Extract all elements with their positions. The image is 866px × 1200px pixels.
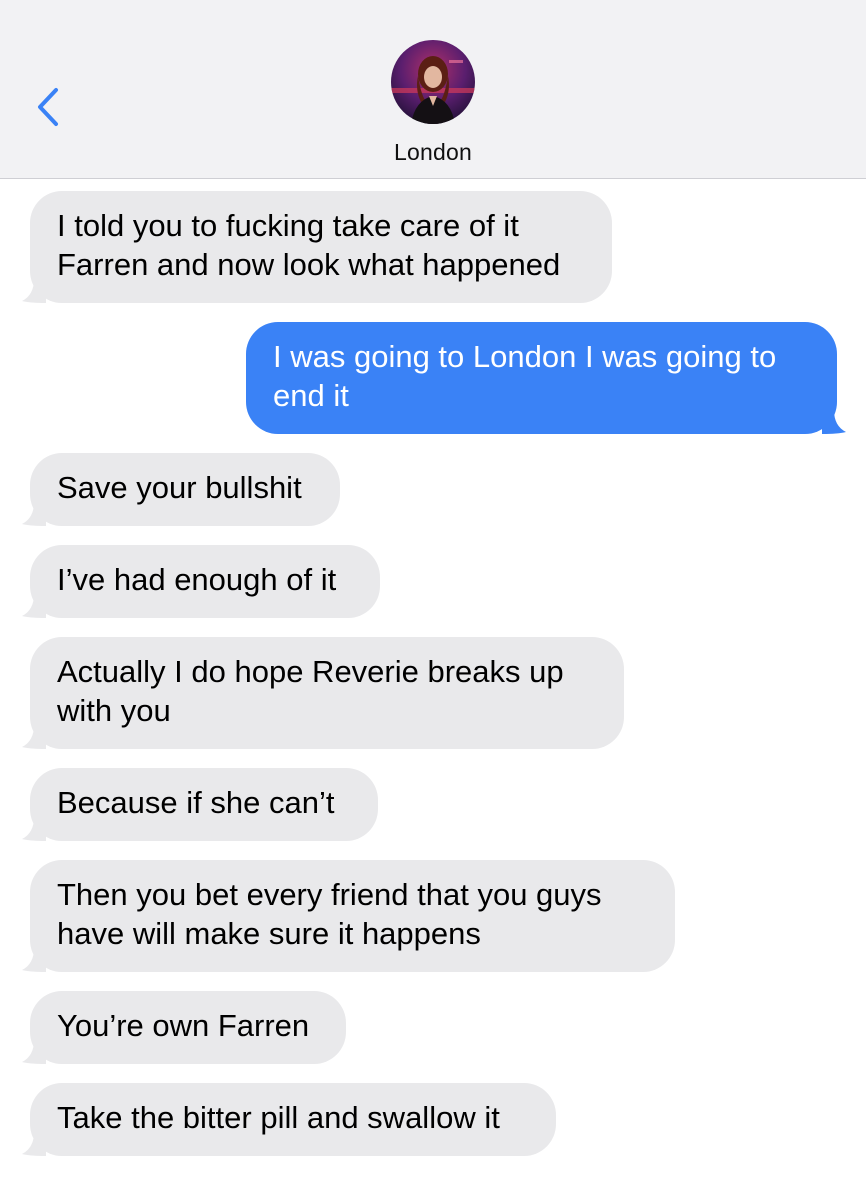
message-bubble-received[interactable]: Take the bitter pill and swallow it xyxy=(22,1083,556,1156)
message-bubble-received[interactable]: Because if she can’t xyxy=(22,768,378,841)
message-bubble-sent[interactable]: I was going to London I was going to end… xyxy=(246,322,846,434)
message-bubble-received[interactable]: Then you bet every friend that you guys … xyxy=(22,860,675,972)
message-line: Because if she can’t xyxy=(57,785,335,820)
bubble-tail xyxy=(22,594,46,618)
bubble-tail xyxy=(22,817,46,841)
bubble-tail xyxy=(22,948,46,972)
message-line: Save your bullshit xyxy=(57,470,302,505)
message-bubble-received[interactable]: Save your bullshit xyxy=(22,453,340,526)
message-line: I was going to London I was going to xyxy=(273,339,777,374)
bubble-tail xyxy=(22,1132,46,1156)
message-bubble-received[interactable]: Actually I do hope Reverie breaks up wit… xyxy=(22,637,624,749)
bubble-tail xyxy=(22,1040,46,1064)
message-bubble-received[interactable]: You’re own Farren xyxy=(22,991,346,1064)
bubble-tail xyxy=(22,279,46,303)
message-line: Then you bet every friend that you guys xyxy=(57,877,602,912)
bubble-tail xyxy=(22,502,46,526)
message-bubble-received[interactable]: I’ve had enough of it xyxy=(22,545,380,618)
message-line: have will make sure it happens xyxy=(57,916,481,951)
message-thread: I told you to fucking take care of it Fa… xyxy=(0,0,866,1200)
message-line: I’ve had enough of it xyxy=(57,562,337,597)
message-line: You’re own Farren xyxy=(57,1008,310,1043)
message-line: Farren and now look what happened xyxy=(57,247,561,282)
message-line: with you xyxy=(57,693,171,728)
bubble-tail xyxy=(822,410,846,434)
bubble-tail xyxy=(22,725,46,749)
message-line: Take the bitter pill and swallow it xyxy=(57,1100,500,1135)
message-line: Actually I do hope Reverie breaks up xyxy=(57,654,564,689)
message-line: I told you to fucking take care of it xyxy=(57,208,519,243)
message-bubble-received[interactable]: I told you to fucking take care of it Fa… xyxy=(22,191,612,303)
message-line: end it xyxy=(273,378,349,413)
